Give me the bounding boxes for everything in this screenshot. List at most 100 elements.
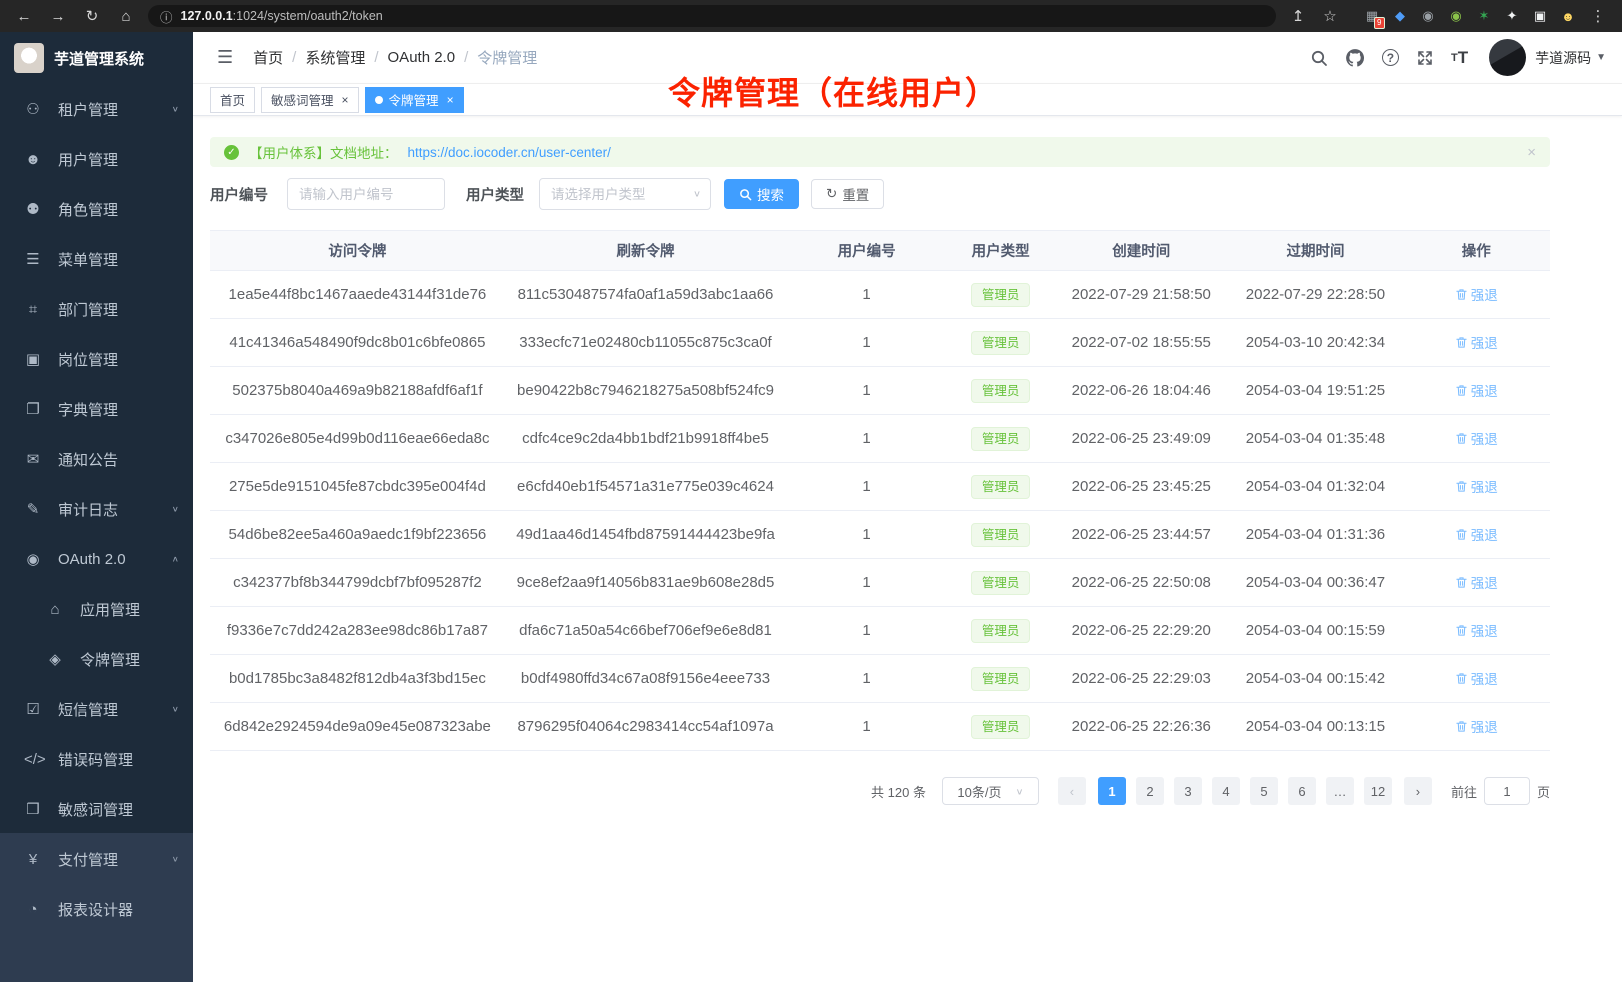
username: 芋道源码 [1535,48,1591,68]
sidebar-item[interactable]: ▣ 岗位管理 [0,334,193,384]
alert-doc-link[interactable]: https://doc.iocoder.cn/user-center/ [408,145,611,160]
help-icon[interactable]: ? [1382,49,1399,66]
reload-icon[interactable]: ↻ [78,4,106,28]
breadcrumb-item[interactable]: OAuth 2.0 [388,49,456,66]
force-logout-button[interactable]: 强退 [1455,476,1498,496]
forward-icon[interactable]: → [44,4,72,28]
extension-icon[interactable]: ▦ 9 [1360,4,1384,28]
avatar [1489,39,1526,76]
extension-icon[interactable]: ▣ [1528,4,1552,28]
tab-close-icon[interactable] [447,93,454,107]
sidebar-item[interactable]: ❒ 敏感词管理 [0,784,193,834]
sidebar-item[interactable]: ☑ 短信管理 ∨ [0,684,193,734]
user-id-cell: 1 [786,526,947,543]
fullscreen-icon[interactable] [1416,49,1434,67]
page-number-button[interactable]: 12 [1364,777,1392,805]
sidebar-item[interactable]: ⌂ 应用管理 [0,584,193,634]
address-bar[interactable]: ⓘ 127.0.0.1:1024/system/oauth2/token [148,5,1276,27]
actions-cell: 强退 [1403,572,1550,593]
pagination: 共 120 条 10条/页 ∨ ‹ 1 2 3 [210,777,1550,805]
expire-time-cell: 2054-03-04 01:35:48 [1228,430,1402,447]
force-logout-button[interactable]: 强退 [1455,716,1498,736]
sidebar-item[interactable]: ◉ OAuth 2.0 ∧ [0,534,193,584]
alert-close-icon[interactable]: × [1527,144,1536,161]
extension-icon[interactable]: ◆ [1388,4,1412,28]
created-time-cell: 2022-07-29 21:58:50 [1054,286,1228,303]
force-logout-button[interactable]: 强退 [1455,524,1498,544]
force-logout-button[interactable]: 强退 [1455,620,1498,640]
user-type-badge: 管理员 [971,331,1031,355]
page-number-button[interactable]: 2 [1136,777,1164,805]
page-tab[interactable]: 令牌管理 [365,87,464,113]
browser-menu-icon[interactable]: ⋮ [1584,4,1612,28]
prev-page-button[interactable]: ‹ [1058,777,1086,805]
sidebar-item[interactable]: ◔ 报表设计器 [0,884,193,934]
sidebar-item[interactable]: ◈ 令牌管理 [0,634,193,684]
extension-icon[interactable]: ☻ [1556,4,1580,28]
reset-button[interactable]: ↻ 重置 [811,179,884,209]
page-tab[interactable]: 敏感词管理 [261,87,359,113]
actions-cell: 强退 [1403,620,1550,641]
share-icon[interactable]: ↥ [1284,4,1312,28]
search-button[interactable]: 搜索 [724,179,799,209]
goto-page-input[interactable] [1484,777,1530,805]
force-logout-button[interactable]: 强退 [1455,572,1498,592]
extension-icon[interactable]: ✦ [1500,4,1524,28]
sensitive-icon: ❒ [24,800,42,818]
extension-icon[interactable]: ✶ [1472,4,1496,28]
annotation-text: 令牌管理（在线用户） [668,68,998,114]
actions-cell: 强退 [1403,476,1550,497]
force-logout-button[interactable]: 强退 [1455,668,1498,688]
table-header: 访问令牌 刷新令牌 用户编号 用户类型 创建时间 过期时间 操作 [210,231,1550,271]
force-logout-button[interactable]: 强退 [1455,332,1498,352]
sidebar-item[interactable]: </> 错误码管理 [0,734,193,784]
extension-icon[interactable]: ◉ [1444,4,1468,28]
user-type-select-input[interactable] [539,178,711,210]
back-icon[interactable]: ← [10,4,38,28]
page-number-button[interactable]: 6 [1288,777,1316,805]
force-logout-button[interactable]: 强退 [1455,380,1498,400]
sidebar-toggle-icon[interactable]: ☰ [209,47,241,68]
page-number-button[interactable]: 4 [1212,777,1240,805]
sidebar-item[interactable]: ⚇ 租户管理 ∨ [0,84,193,134]
page-number-button[interactable]: 3 [1174,777,1202,805]
sidebar-item[interactable]: ⚉ 角色管理 [0,184,193,234]
page-number-button[interactable]: … [1326,777,1354,805]
tab-close-icon[interactable] [342,93,349,107]
breadcrumb-item[interactable]: 系统管理 [305,47,365,68]
sidebar-item[interactable]: ✎ 审计日志 ∨ [0,484,193,534]
refresh-token-cell: 9ce8ef2aa9f14056b831ae9b608e28d5 [505,574,786,591]
fontsize-icon[interactable]: TT [1451,48,1468,68]
created-time-cell: 2022-07-02 18:55:55 [1054,334,1228,351]
user-id-cell: 1 [786,334,947,351]
sidebar-item[interactable]: ⌗ 部门管理 [0,284,193,334]
user-type-select[interactable]: ∨ [539,178,711,210]
breadcrumb-item[interactable]: 令牌管理 [477,47,537,68]
bookmark-star-icon[interactable]: ☆ [1316,4,1344,28]
force-logout-button[interactable]: 强退 [1455,284,1498,304]
page-tab[interactable]: 首页 [210,87,255,113]
next-page-button[interactable]: › [1404,777,1432,805]
page-size-select[interactable]: 10条/页 ∨ [942,777,1039,805]
breadcrumb-item[interactable]: 首页 [253,47,283,68]
sidebar-item[interactable]: ❐ 字典管理 [0,384,193,434]
user-menu[interactable]: 芋道源码 ▼ [1485,39,1606,76]
sidebar-item[interactable]: ☻ 用户管理 [0,134,193,184]
github-icon[interactable] [1345,48,1365,68]
sidebar-item[interactable]: ✉ 通知公告 [0,434,193,484]
extension-icon[interactable]: ◉ [1416,4,1440,28]
user-id-input[interactable] [287,178,445,210]
user-id-label: 用户编号 [210,184,268,205]
page-number-button[interactable]: 1 [1098,777,1126,805]
home-icon[interactable]: ⌂ [112,4,140,28]
access-token-cell: c347026e805e4d99b0d116eae66eda8c [210,430,505,447]
info-icon[interactable]: ⓘ [160,7,173,26]
sidebar-item[interactable]: ☰ 菜单管理 [0,234,193,284]
sidebar-item[interactable]: ¥ 支付管理 ∨ [0,834,193,884]
force-logout-button[interactable]: 强退 [1455,428,1498,448]
refresh-token-cell: 49d1aa46d1454fbd87591444423be9fa [505,526,786,543]
column-header: 用户编号 [786,240,947,261]
expire-time-cell: 2022-07-29 22:28:50 [1228,286,1402,303]
page-number-button[interactable]: 5 [1250,777,1278,805]
search-icon[interactable] [1310,49,1328,67]
